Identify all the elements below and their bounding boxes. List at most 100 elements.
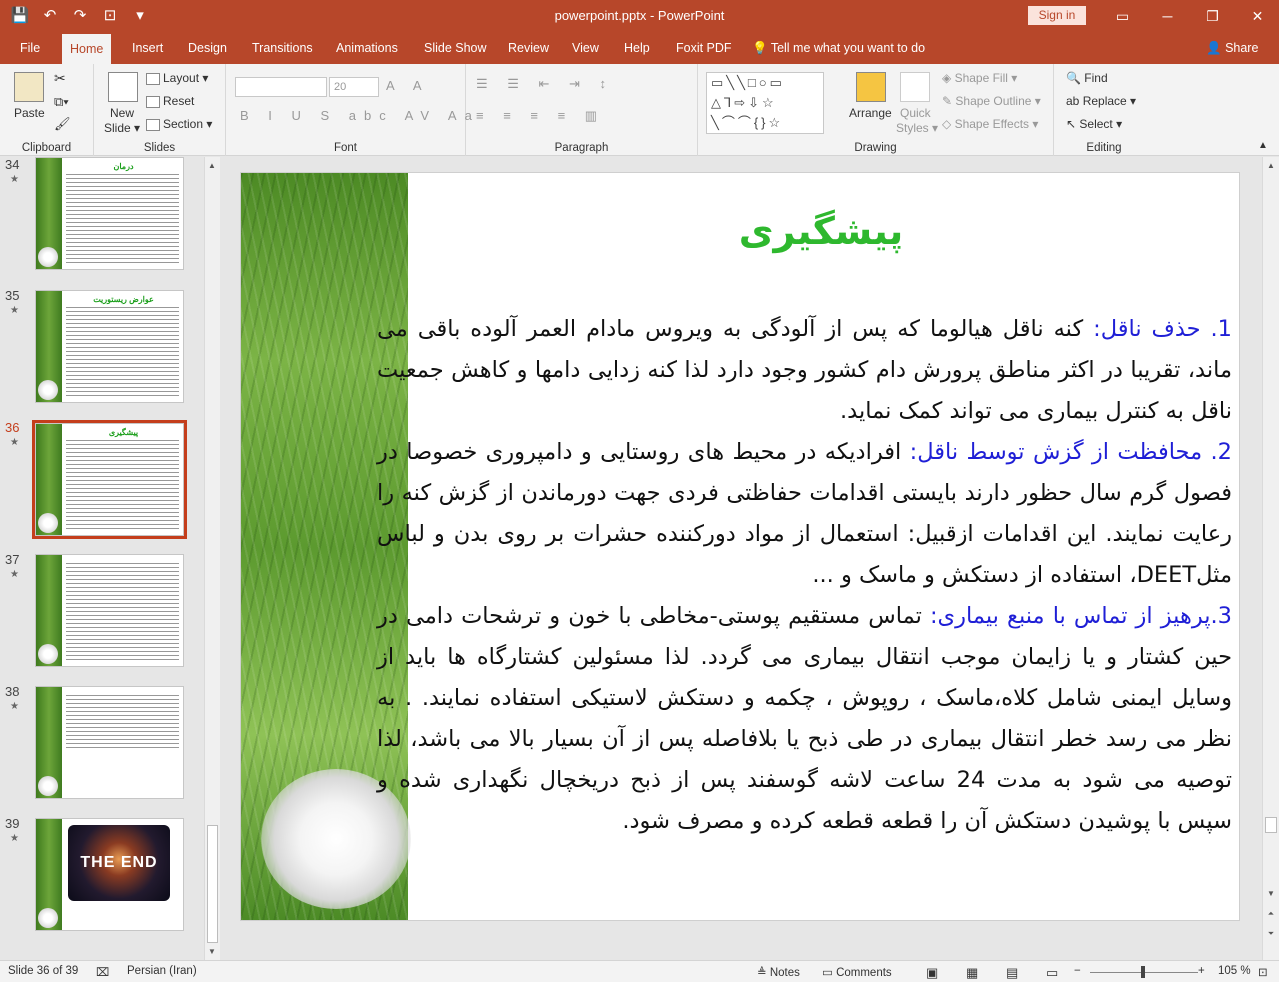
slide-title[interactable]: پیشگیری — [661, 209, 981, 253]
tab-design[interactable]: Design — [180, 32, 235, 64]
paragraph-1-heading: 1. حذف ناقل: — [1093, 316, 1232, 342]
close-button[interactable]: ✕ — [1235, 0, 1279, 32]
copy-icon[interactable]: ⧉▾ — [54, 94, 69, 110]
tab-file[interactable]: File — [12, 32, 48, 64]
tab-slide-show[interactable]: Slide Show — [416, 32, 495, 64]
shapes-gallery[interactable]: ▭╲╲□○▭ △⅂⇨⇩☆ ╲⌒⌒{}☆ — [706, 72, 824, 134]
slide-thumbnail-35[interactable]: عوارض ریستوریت — [35, 290, 184, 403]
arrange-button[interactable]: Arrange — [849, 106, 892, 120]
person-icon: 👤 — [1206, 41, 1222, 55]
tab-transitions[interactable]: Transitions — [244, 32, 321, 64]
shape-fill-button[interactable]: ◈ Shape Fill ▾ — [942, 71, 1017, 85]
paragraph-3-text: تماس مستقیم پوستی-مخاطی با خون و ترشحات … — [377, 603, 1232, 834]
zoom-level[interactable]: 105 % — [1218, 965, 1251, 977]
shape-outline-button[interactable]: ✎ Shape Outline ▾ — [942, 94, 1041, 108]
select-button[interactable]: ↖ Select ▾ — [1066, 117, 1122, 131]
notes-button[interactable]: ≜ Notes — [757, 965, 800, 979]
paragraph-3: 3.پرهیز از تماس با منبع بیماری: تماس مست… — [377, 596, 1232, 842]
font-size-combo[interactable]: 20 — [329, 77, 379, 97]
ribbon-display-icon[interactable]: ▭ — [1100, 0, 1145, 32]
language-indicator[interactable]: Persian (Iran) — [127, 965, 197, 977]
scroll-up-icon[interactable]: ▲ — [205, 161, 219, 170]
new-slide-icon[interactable] — [108, 72, 138, 102]
alignment-buttons[interactable]: ≡ ≡ ≡ ≡ ▥ — [476, 108, 605, 124]
zoom-in-icon[interactable]: + — [1198, 965, 1205, 977]
quick-styles-button[interactable]: Quick — [900, 106, 931, 120]
arrange-icon[interactable] — [856, 72, 886, 102]
thumbnail-scrollbar[interactable]: ▲ ▼ — [204, 157, 220, 960]
tell-me-box[interactable]: 💡 Tell me what you want to do — [752, 32, 925, 64]
tab-view[interactable]: View — [564, 32, 607, 64]
previous-slide-icon[interactable]: ⏶ — [1264, 909, 1278, 919]
thumbnail-scroll-thumb[interactable] — [207, 825, 218, 943]
slide-scroll-thumb[interactable] — [1265, 817, 1277, 833]
font-name-combo[interactable] — [235, 77, 327, 97]
thumbnail-number: 35 — [5, 288, 20, 303]
comment-icon: ▭ — [822, 967, 837, 979]
paragraph-group-label: Paragraph — [554, 142, 609, 154]
grow-shrink-font-icon[interactable]: A A — [386, 78, 430, 93]
thumbnail-title: درمان — [113, 162, 134, 171]
zoom-out-icon[interactable]: − — [1074, 965, 1081, 977]
quick-styles-dropdown[interactable]: Styles ▾ — [896, 121, 938, 135]
minimize-button[interactable]: ─ — [1145, 0, 1190, 32]
font-style-buttons[interactable]: B I U S abc AV Aa — [240, 108, 480, 123]
slide-sorter-icon[interactable]: ▦ — [966, 965, 978, 981]
collapse-ribbon-icon[interactable]: ▲ — [1258, 140, 1268, 151]
slide-thumbnail-36[interactable]: پیشگیری — [32, 420, 187, 539]
slide-thumbnail-38[interactable] — [35, 686, 184, 799]
dandelion-image — [38, 776, 58, 796]
new-slide-dropdown[interactable]: Slide ▾ — [104, 121, 140, 135]
reading-view-icon[interactable]: ▤ — [1006, 965, 1018, 981]
tab-insert[interactable]: Insert — [124, 32, 171, 64]
format-painter-icon[interactable]: 🖌 — [54, 116, 71, 132]
slide-body-text[interactable]: 1. حذف ناقل: کنه ناقل هیالوما که پس از آ… — [377, 309, 1232, 842]
current-slide[interactable]: پیشگیری 1. حذف ناقل: کنه ناقل هیالوما که… — [240, 172, 1240, 921]
slide-thumbnail-34[interactable]: درمان — [35, 157, 184, 270]
section-button[interactable]: Section ▾ — [146, 117, 212, 131]
tab-home[interactable]: Home — [62, 34, 112, 64]
tab-foxit-pdf[interactable]: Foxit PDF — [668, 32, 740, 64]
title-bar: 💾 ↶ ↷ ⊡ ▾ powerpoint.pptx - PowerPoint S… — [0, 0, 1279, 32]
slides-group: New Slide ▾ Layout ▾ Reset Section ▾ Sli… — [94, 64, 226, 156]
quick-styles-icon[interactable] — [900, 72, 930, 102]
scroll-down-icon[interactable]: ▼ — [205, 947, 219, 956]
new-slide-button[interactable]: New — [110, 106, 134, 120]
editing-group-label: Editing — [1086, 142, 1122, 154]
reset-button[interactable]: Reset — [146, 94, 194, 108]
slide-show-icon[interactable]: ▭ — [1046, 965, 1058, 981]
editing-group: 🔍 Find ab Replace ▾ ↖ Select ▾ Editing — [1054, 64, 1154, 156]
star-icon: ★ — [10, 833, 19, 844]
tab-review[interactable]: Review — [500, 32, 557, 64]
binoculars-icon: 🔍 — [1066, 71, 1085, 85]
scroll-down-icon[interactable]: ▼ — [1264, 889, 1278, 898]
slide-scrollbar[interactable]: ▲ ▼ ⏶ ⏷ — [1262, 157, 1279, 960]
slide-thumbnail-39[interactable]: THE END — [35, 818, 184, 931]
normal-view-icon[interactable]: ▣ — [926, 965, 938, 981]
share-button[interactable]: 👤 Share — [1206, 32, 1258, 64]
fit-slide-icon[interactable]: ⊡ — [1258, 965, 1268, 979]
thumbnail-text-lines — [66, 174, 179, 265]
thumbnail-text-lines — [66, 440, 179, 531]
next-slide-icon[interactable]: ⏷ — [1264, 929, 1278, 939]
cut-icon[interactable]: ✂ — [54, 70, 66, 87]
restore-button[interactable]: ❐ — [1190, 0, 1235, 32]
layout-button[interactable]: Layout ▾ — [146, 71, 208, 85]
paste-icon[interactable] — [14, 72, 44, 102]
slide-thumbnail-pane: 34 ★ درمان 35 ★ عوارض ریستوریت 36 ★ پیشگ… — [0, 157, 222, 960]
scroll-up-icon[interactable]: ▲ — [1264, 161, 1278, 170]
list-indent-buttons[interactable]: ☰ ☰ ⇤ ⇥ ↕ — [476, 76, 614, 92]
spelling-icon[interactable]: ⌧ — [96, 965, 109, 979]
slide-thumbnail-37[interactable] — [35, 554, 184, 667]
shape-effects-button[interactable]: ◇ Shape Effects ▾ — [942, 117, 1038, 131]
replace-button[interactable]: ab Replace ▾ — [1066, 94, 1136, 108]
clipboard-group: Paste ✂ ⧉▾ 🖌 Clipboard — [0, 64, 94, 156]
font-group: 20 A A B I U S abc AV Aa Font — [226, 64, 472, 156]
find-button[interactable]: 🔍 Find — [1066, 71, 1108, 85]
paste-button[interactable]: Paste — [14, 106, 45, 120]
zoom-slider-knob[interactable] — [1141, 966, 1145, 978]
sign-in-button[interactable]: Sign in — [1028, 6, 1086, 25]
tab-animations[interactable]: Animations — [328, 32, 406, 64]
comments-button[interactable]: ▭ Comments — [822, 965, 892, 979]
tab-help[interactable]: Help — [616, 32, 658, 64]
